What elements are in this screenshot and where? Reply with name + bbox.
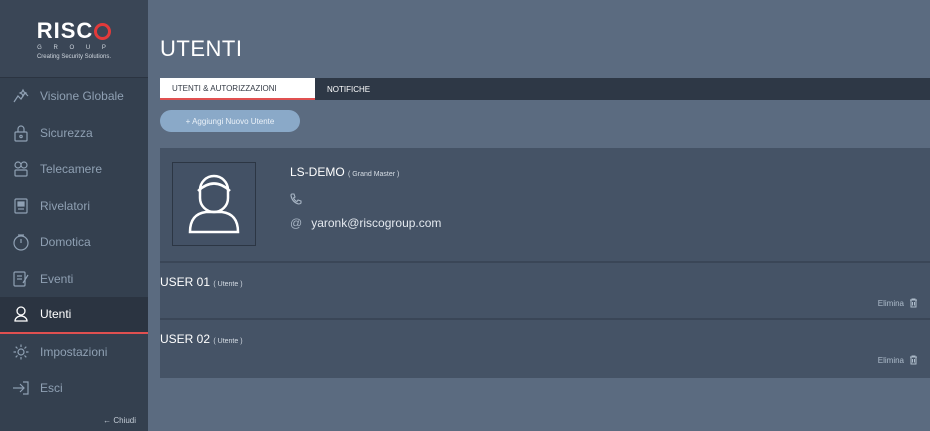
sidebar: RISC G R O U P Creating Security Solutio… (0, 0, 148, 431)
users-panel: LS-DEMO ( Grand Master ) @ yaronk@riscog… (160, 148, 930, 378)
sidebar-nav: Visione Globale Sicurezza Telecamere Riv… (0, 78, 148, 407)
sidebar-item-label: Telecamere (40, 162, 103, 177)
sidebar-item-label: Domotica (40, 235, 91, 250)
delete-user-button[interactable]: Elimina (878, 355, 918, 365)
sidebar-collapse-link[interactable]: ← Chiudi (103, 416, 136, 425)
master-user-card[interactable]: LS-DEMO ( Grand Master ) @ yaronk@riscog… (160, 148, 930, 261)
phone-icon (290, 192, 302, 210)
sidebar-item-label: Eventi (40, 271, 74, 286)
user-name-text: LS-DEMO (290, 165, 345, 179)
sidebar-item-domotica[interactable]: Domotica (0, 224, 148, 261)
delete-label: Elimina (877, 298, 904, 308)
user-name: USER 01 ( Utente ) (160, 275, 243, 289)
sidebar-item-eventi[interactable]: Eventi (0, 261, 148, 298)
trash-icon (910, 355, 917, 365)
gear-icon (13, 344, 29, 360)
sidebar-item-impostazioni[interactable]: Impostazioni (0, 334, 148, 371)
camera-icon (14, 161, 28, 177)
padlock-icon (14, 125, 28, 142)
risco-logo[interactable]: RISC G R O U P Creating Security Solutio… (0, 0, 148, 78)
sidebar-item-label: Visione Globale (40, 89, 124, 104)
main-content: UTENTI UTENTI & AUTORIZZAZIONI NOTIFICHE… (148, 0, 930, 431)
tab-utenti-autorizzazioni[interactable]: UTENTI & AUTORIZZAZIONI (160, 78, 315, 100)
sidebar-item-utenti[interactable]: Utenti (0, 297, 148, 334)
overview-icon (13, 88, 29, 103)
logo-ring-icon (94, 23, 112, 40)
sidebar-item-label: Esci (40, 381, 63, 396)
user-role: ( Utente ) (213, 338, 243, 345)
at-icon: @ (290, 216, 303, 230)
tab-notifiche[interactable]: NOTIFICHE (315, 78, 382, 100)
tab-bar: UTENTI & AUTORIZZAZIONI NOTIFICHE (160, 78, 930, 100)
events-icon (13, 271, 29, 287)
logo-tagline: Creating Security Solutions. (36, 53, 112, 60)
avatar (172, 162, 256, 246)
user-row-02[interactable]: USER 02 ( Utente ) Elimina (160, 320, 930, 375)
user-email: yaronk@riscogroup.com (311, 216, 442, 230)
detector-icon (14, 198, 28, 214)
user-avatar-icon (188, 174, 240, 234)
user-name-text: USER 02 (160, 332, 211, 346)
delete-user-button[interactable]: Elimina (878, 298, 918, 308)
user-name-text: USER 01 (160, 275, 211, 289)
sidebar-item-label: Utenti (40, 307, 72, 322)
user-icon (14, 306, 28, 322)
delete-label: Elimina (877, 355, 904, 365)
user-role: ( Grand Master ) (348, 171, 400, 178)
sidebar-item-esci[interactable]: Esci (0, 370, 148, 407)
sidebar-item-label: Impostazioni (40, 344, 108, 359)
user-role: ( Utente ) (213, 281, 243, 288)
sidebar-item-rivelatori[interactable]: Rivelatori (0, 188, 148, 225)
sidebar-item-telecamere[interactable]: Telecamere (0, 151, 148, 188)
add-user-button[interactable]: + Aggiungi Nuovo Utente (160, 110, 300, 132)
trash-icon (910, 298, 917, 308)
sidebar-item-visione-globale[interactable]: Visione Globale (0, 78, 148, 115)
sidebar-item-label: Rivelatori (40, 198, 91, 213)
logo-wordmark: RISC (36, 17, 94, 43)
user-row-01[interactable]: USER 01 ( Utente ) Elimina (160, 263, 930, 318)
user-name: USER 02 ( Utente ) (160, 332, 243, 346)
home-automation-icon (13, 234, 29, 251)
logo-group-text: G R O U P (37, 44, 111, 51)
email-row: @ yaronk@riscogroup.com (290, 216, 441, 230)
sidebar-item-sicurezza[interactable]: Sicurezza (0, 115, 148, 152)
exit-icon (13, 381, 29, 395)
page-title: UTENTI (160, 36, 243, 61)
master-user-name: LS-DEMO ( Grand Master ) (290, 165, 399, 179)
sidebar-item-label: Sicurezza (40, 125, 93, 140)
